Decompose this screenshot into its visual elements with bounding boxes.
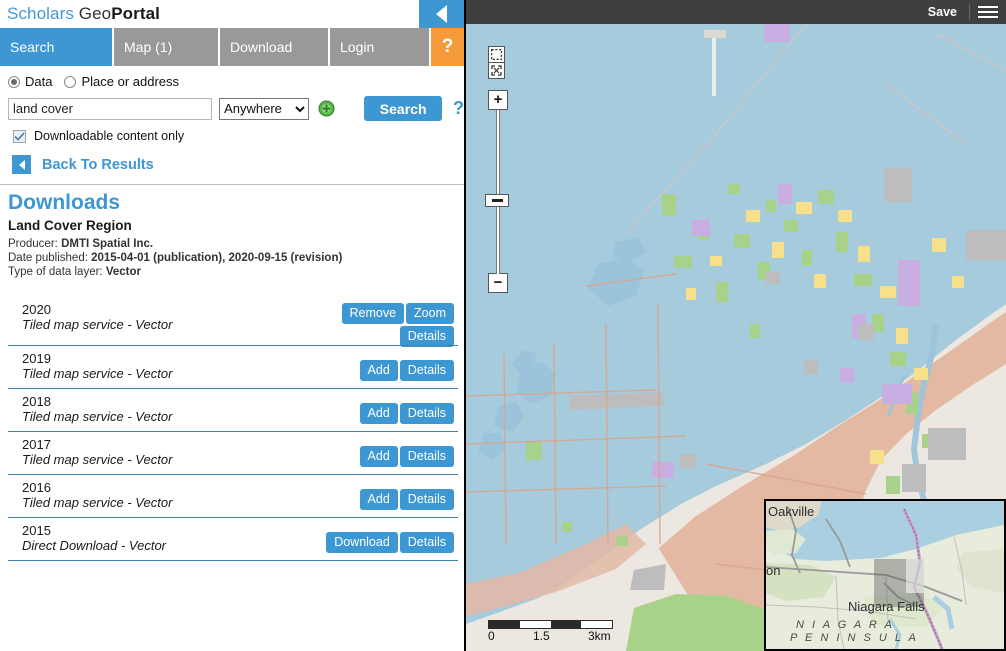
downloads-list: 2020 Tiled map service - Vector Remove Z… <box>8 297 458 561</box>
radio-place-icon[interactable] <box>64 75 77 88</box>
hamburger-menu-icon[interactable] <box>970 0 1006 24</box>
table-row: 2015 Direct Download - Vector Download D… <box>8 517 458 561</box>
downloads-section: Downloads Land Cover Region Producer: DM… <box>0 185 464 561</box>
scale-label-mid: 1.5 <box>533 629 550 643</box>
table-row: 2019 Tiled map service - Vector Add Deta… <box>8 345 458 388</box>
back-to-results-link[interactable]: Back To Results <box>8 155 464 174</box>
inset-place-label: Oakville <box>768 504 815 519</box>
zoom-slider-rail[interactable] <box>485 110 509 274</box>
app-root: Scholars GeoPortal Search Map (1) Downlo… <box>0 0 1006 651</box>
map-zoom-controls: + − <box>485 46 509 293</box>
details-button[interactable]: Details <box>399 360 454 381</box>
sidebar-tabs: Search Map (1) Download Login ? <box>0 28 464 66</box>
meta-producer-label: Producer: <box>8 238 62 250</box>
table-row: 2020 Tiled map service - Vector Remove Z… <box>8 297 458 347</box>
tab-search[interactable]: Search <box>0 28 114 66</box>
app-logo: Scholars GeoPortal <box>0 4 160 24</box>
radio-data-label: Data <box>25 74 53 89</box>
tab-login[interactable]: Login <box>330 28 431 66</box>
scale-label-max: 3km <box>588 629 611 643</box>
meta-date-value: 2015-04-01 (publication), 2020-09-15 (re… <box>91 252 343 264</box>
inset-region-label: P E N I N S U L A <box>790 632 919 644</box>
add-button[interactable]: Add <box>359 403 398 424</box>
save-button[interactable]: Save <box>916 4 970 20</box>
meta-producer: Producer: DMTI Spatial Inc. <box>8 237 464 251</box>
add-button[interactable]: Add <box>359 360 398 381</box>
radio-option-place[interactable]: Place or address <box>64 74 179 89</box>
meta-date-label: Date published: <box>8 252 92 264</box>
overview-map[interactable]: Oakville on Niagara Falls N I A G A R A … <box>764 499 1006 651</box>
radio-data-icon[interactable] <box>8 75 20 88</box>
row-actions: Add Details <box>324 489 454 510</box>
table-row: 2017 Tiled map service - Vector Add Deta… <box>8 431 458 474</box>
radio-place-label: Place or address <box>81 74 180 89</box>
search-extent-select[interactable]: Anywhere <box>219 97 310 120</box>
left-sidebar: Scholars GeoPortal Search Map (1) Downlo… <box>0 0 466 651</box>
remove-button[interactable]: Remove <box>341 303 405 324</box>
map-panel: Save + − 0 1.5 3km Oakville on Niagara F… <box>466 0 1006 651</box>
tab-download[interactable]: Download <box>220 28 330 66</box>
zoom-in-button[interactable]: + <box>488 90 508 110</box>
map-canvas[interactable]: + − 0 1.5 3km Oakville on Niagara Falls … <box>466 24 1006 651</box>
inset-place-label: on <box>766 563 781 578</box>
inset-region-label: N I A G A R A <box>796 619 895 631</box>
zoom-button[interactable]: Zoom <box>406 303 454 324</box>
brand-bar: Scholars GeoPortal <box>0 0 464 28</box>
chevron-left-small-icon <box>12 155 31 174</box>
details-button[interactable]: Details <box>399 326 454 347</box>
scale-label-min: 0 <box>488 629 495 643</box>
chevron-left-icon <box>436 5 447 23</box>
meta-date: Date published: 2015-04-01 (publication)… <box>8 251 464 265</box>
tab-map[interactable]: Map (1) <box>114 28 220 66</box>
scale-bar-graphic <box>488 620 613 629</box>
plus-circle-icon[interactable] <box>318 100 335 117</box>
row-actions: Remove Zoom Details <box>324 303 454 347</box>
details-button[interactable]: Details <box>399 532 454 553</box>
download-button[interactable]: Download <box>326 532 398 553</box>
search-help-icon[interactable]: ? <box>453 98 464 119</box>
search-panel: Data Place or address Anywhere <box>0 66 464 174</box>
meta-producer-value: DMTI Spatial Inc. <box>61 238 154 250</box>
search-button[interactable]: Search <box>364 96 442 121</box>
search-controls-row: Anywhere Search ? <box>8 96 464 121</box>
search-mode-radios: Data Place or address <box>8 74 464 89</box>
rectangle-select-icon[interactable] <box>488 46 505 63</box>
add-button[interactable]: Add <box>359 446 398 467</box>
brand-text-scholars: Scholars <box>7 4 79 23</box>
inset-place-label: Niagara Falls <box>848 599 925 614</box>
details-button[interactable]: Details <box>399 446 454 467</box>
table-row: 2016 Tiled map service - Vector Add Deta… <box>8 474 458 517</box>
details-button[interactable]: Details <box>399 489 454 510</box>
search-input[interactable] <box>8 97 213 120</box>
dataset-metadata: Producer: DMTI Spatial Inc. Date publish… <box>8 237 464 279</box>
back-to-results-label: Back To Results <box>42 156 154 173</box>
scale-bar-labels: 0 1.5 3km <box>488 629 613 643</box>
map-scale-bar: 0 1.5 3km <box>488 620 613 643</box>
tab-help[interactable]: ? <box>431 28 464 66</box>
zoom-slider-handle[interactable] <box>485 194 509 207</box>
row-actions: Download Details <box>324 532 454 553</box>
downloads-heading: Downloads <box>8 191 121 214</box>
meta-type: Type of data layer: Vector <box>8 265 464 279</box>
brand-text-geo: Geo <box>78 4 112 23</box>
add-button[interactable]: Add <box>359 489 398 510</box>
meta-type-label: Type of data layer: <box>8 266 106 278</box>
radio-option-data[interactable]: Data <box>8 74 52 89</box>
row-actions: Add Details <box>324 403 454 424</box>
downloadable-only-checkbox[interactable] <box>13 129 26 143</box>
downloadable-only-row[interactable]: Downloadable content only <box>8 129 464 143</box>
dataset-title: Land Cover Region <box>8 218 132 233</box>
map-toolbar: Save <box>466 0 1006 24</box>
collapse-panel-button[interactable] <box>419 0 464 28</box>
row-actions: Add Details <box>324 446 454 467</box>
brand-text-portal: Portal <box>111 4 160 23</box>
table-row: 2018 Tiled map service - Vector Add Deta… <box>8 388 458 431</box>
meta-type-value: Vector <box>105 266 141 278</box>
details-button[interactable]: Details <box>399 403 454 424</box>
zoom-out-button[interactable]: − <box>488 273 508 293</box>
full-extent-icon[interactable] <box>488 62 505 79</box>
downloadable-only-label: Downloadable content only <box>34 129 185 143</box>
row-actions: Add Details <box>324 360 454 381</box>
